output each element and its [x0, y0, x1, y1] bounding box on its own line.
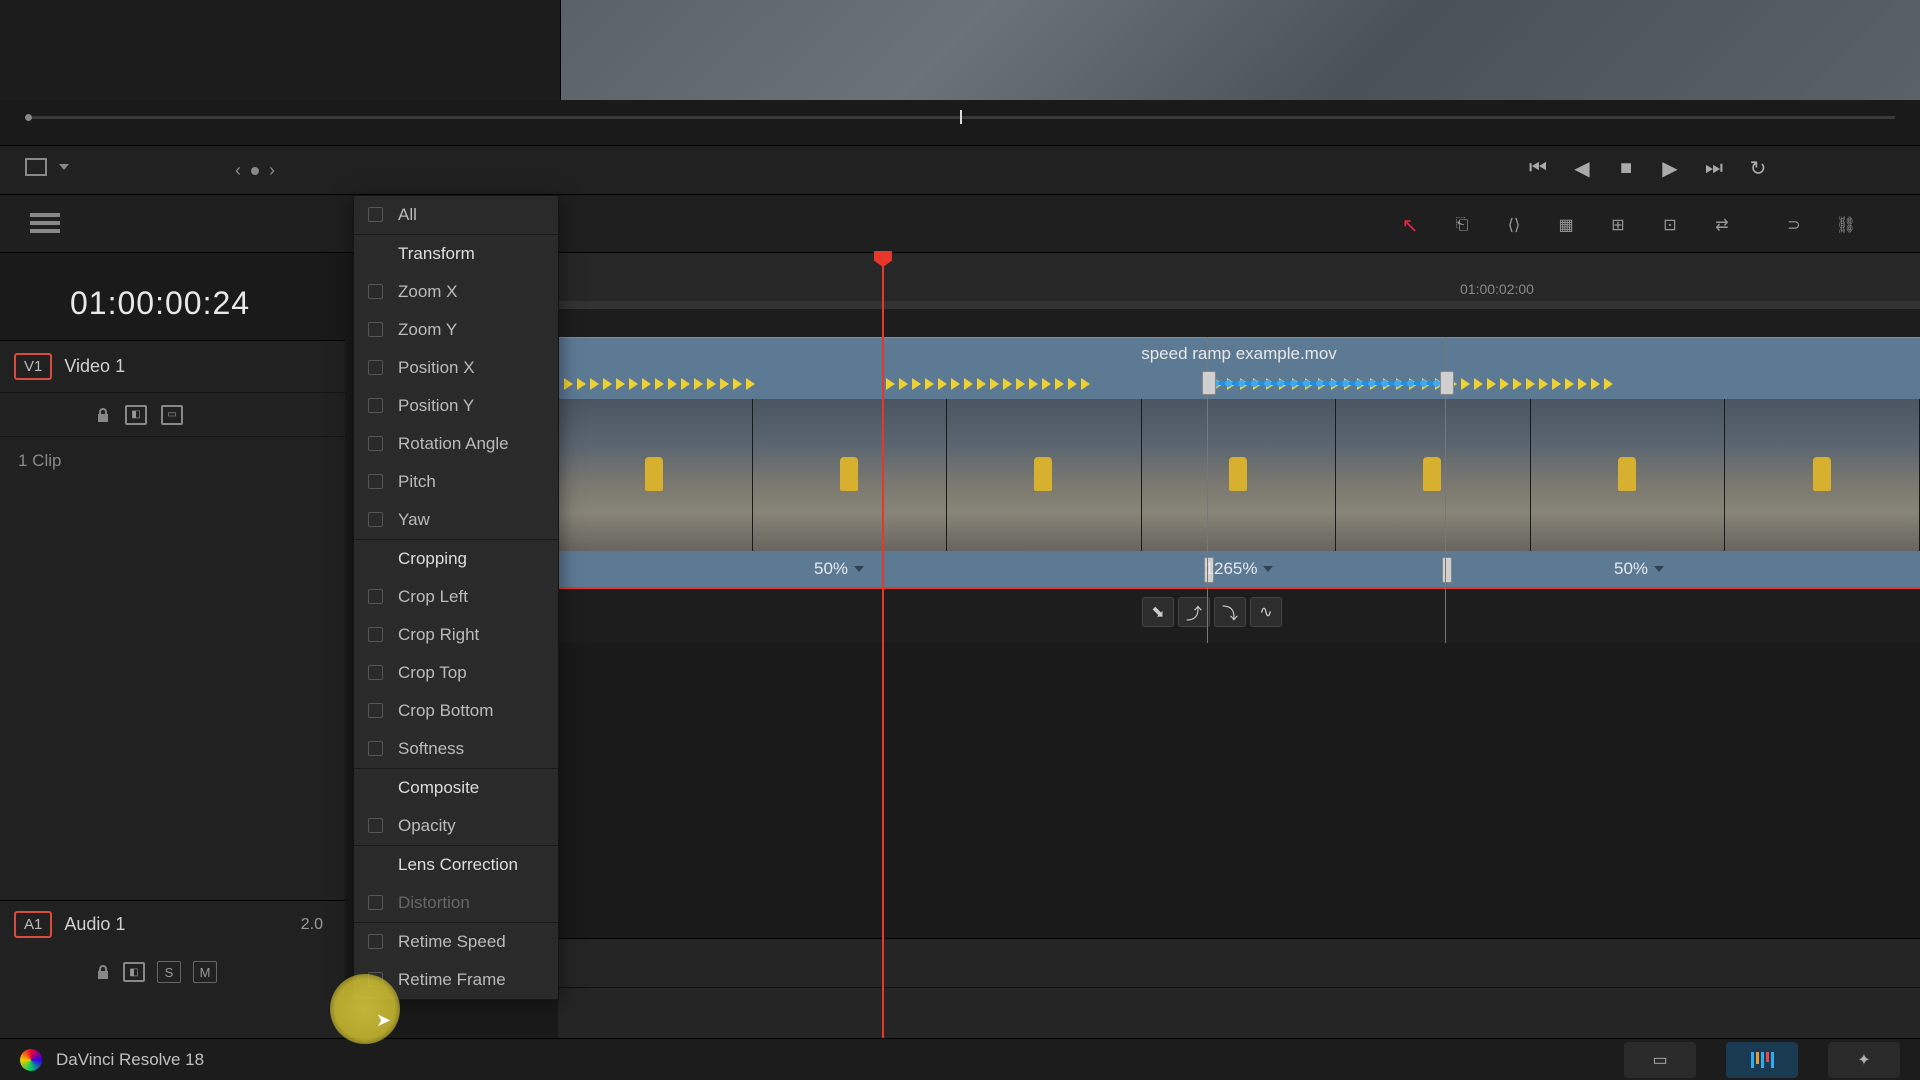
lock-icon[interactable]: [95, 407, 111, 423]
menu-distortion: Distortion: [354, 884, 558, 922]
clip-thumbnails: [558, 399, 1920, 551]
timeline-tools-row: ↖ ⎗ ⟨⟩ ▦ ⊞ ⊡ ⇄ ⊃ ⛓: [0, 195, 1920, 253]
speed-handle[interactable]: [1440, 371, 1454, 395]
menu-position-x[interactable]: Position X: [354, 349, 558, 387]
video-track-badge[interactable]: V1: [14, 353, 52, 380]
step-back-button[interactable]: ◀: [1570, 156, 1594, 180]
page-tab-fusion[interactable]: ✦: [1828, 1042, 1900, 1078]
cursor-highlight: [330, 974, 400, 1044]
speed-percentage-bar[interactable]: 50% 1265% 50%: [558, 551, 1920, 589]
ease-out-button[interactable]: ⤵: [1214, 597, 1246, 627]
menu-yaw[interactable]: Yaw: [354, 501, 558, 539]
ease-in-button[interactable]: ⤴: [1178, 597, 1210, 627]
mute-button[interactable]: M: [193, 961, 217, 983]
video-track-name: Video 1: [64, 356, 125, 377]
menu-retime-speed[interactable]: Retime Speed: [354, 922, 558, 961]
blade-tool-icon[interactable]: ▦: [1552, 211, 1580, 239]
viewer-left-blank: [0, 0, 560, 100]
app-name-label: DaVinci Resolve 18: [56, 1050, 204, 1070]
auto-select-icon[interactable]: ◧: [125, 405, 147, 425]
chevron-down-icon[interactable]: [59, 164, 69, 170]
clip-title: speed ramp example.mov: [558, 337, 1920, 369]
audio-channel-value: 2.0: [301, 916, 323, 934]
menu-cropping-header: Cropping: [354, 539, 558, 578]
audio-track-lane[interactable]: [558, 938, 1920, 1038]
audio-track-header[interactable]: A1 Audio 1 2.0: [0, 900, 345, 948]
speed-handle[interactable]: [1202, 371, 1216, 395]
chevron-down-icon[interactable]: [854, 566, 864, 572]
ease-linear-button[interactable]: ⬊: [1142, 597, 1174, 627]
prev-arrow-icon[interactable]: ‹: [235, 160, 241, 181]
loop-button[interactable]: ↻: [1746, 156, 1770, 180]
trim-tool-icon[interactable]: ⎗: [1448, 211, 1476, 239]
auto-select-icon[interactable]: ◧: [123, 962, 145, 982]
speed-pct-2: 1265%: [1205, 559, 1258, 579]
curve-ease-buttons: ⬊ ⤴ ⤵ ∿: [1142, 597, 1282, 627]
menu-rotation[interactable]: Rotation Angle: [354, 425, 558, 463]
menu-position-y[interactable]: Position Y: [354, 387, 558, 425]
menu-crop-top[interactable]: Crop Top: [354, 654, 558, 692]
playhead[interactable]: [882, 253, 884, 1038]
crop-tool-icon[interactable]: [25, 158, 47, 176]
timeline[interactable]: 01:00:02:00 speed ramp example.mov: [558, 253, 1920, 1038]
ease-custom-button[interactable]: ∿: [1250, 597, 1282, 627]
app-logo-icon: [20, 1049, 42, 1071]
menu-composite-header: Composite: [354, 768, 558, 807]
preview-viewer[interactable]: [560, 0, 1920, 100]
snap-icon[interactable]: ⊃: [1780, 211, 1808, 239]
speed-indicator-bar: [558, 369, 1920, 399]
menu-zoom-x[interactable]: Zoom X: [354, 273, 558, 311]
lock-icon[interactable]: [95, 964, 111, 980]
transport-bar: ‹ › ⏮ ◀ ■ ▶ ⏭ ↻: [0, 145, 1920, 195]
timecode-display: 01:00:00:24: [0, 260, 355, 340]
menu-all[interactable]: All: [354, 196, 558, 234]
timeline-ruler[interactable]: 01:00:02:00: [558, 253, 1920, 303]
clip-count-label: 1 Clip: [0, 437, 345, 485]
skip-forward-button[interactable]: ⏭: [1702, 156, 1726, 180]
audio-track-controls: ◧ S M: [0, 950, 345, 994]
next-arrow-icon[interactable]: ›: [269, 160, 275, 181]
replace-tool-icon[interactable]: ⇄: [1708, 211, 1736, 239]
track-headers-panel: V1 Video 1 ◧ ▭ 1 Clip A1 Audio 1 2.0 ◧ S…: [0, 340, 345, 1038]
link-icon[interactable]: ⛓: [1832, 211, 1860, 239]
menu-zoom-y[interactable]: Zoom Y: [354, 311, 558, 349]
dynamic-trim-icon[interactable]: ⟨⟩: [1500, 211, 1528, 239]
status-bar: DaVinci Resolve 18 ▭ ✦: [0, 1038, 1920, 1080]
stop-button[interactable]: ■: [1614, 156, 1638, 180]
speed-pct-1: 50%: [814, 559, 848, 579]
menu-transform-header: Transform: [354, 234, 558, 273]
overwrite-tool-icon[interactable]: ⊡: [1656, 211, 1684, 239]
cursor-pointer-icon: ➤: [376, 1010, 391, 1031]
menu-crop-left[interactable]: Crop Left: [354, 578, 558, 616]
timeline-view-icon[interactable]: [30, 213, 60, 233]
curve-parameter-menu: All Transform Zoom X Zoom Y Position X P…: [353, 195, 559, 1000]
selection-tool-icon[interactable]: ↖: [1396, 211, 1424, 239]
chevron-down-icon[interactable]: [1263, 566, 1273, 572]
menu-crop-bottom[interactable]: Crop Bottom: [354, 692, 558, 730]
nav-dot: [251, 167, 259, 175]
play-button[interactable]: ▶: [1658, 156, 1682, 180]
chevron-down-icon[interactable]: [1654, 566, 1664, 572]
video-track-lane[interactable]: speed ramp example.mov: [558, 337, 1920, 589]
solo-button[interactable]: S: [157, 961, 181, 983]
speed-pct-3: 50%: [1614, 559, 1648, 579]
audio-track-name: Audio 1: [64, 914, 125, 935]
menu-opacity[interactable]: Opacity: [354, 807, 558, 845]
menu-pitch[interactable]: Pitch: [354, 463, 558, 501]
audio-track-badge[interactable]: A1: [14, 911, 52, 938]
track-visible-icon[interactable]: ▭: [161, 405, 183, 425]
skip-back-button[interactable]: ⏮: [1526, 156, 1550, 180]
ruler-timestamp: 01:00:02:00: [1460, 281, 1534, 297]
insert-tool-icon[interactable]: ⊞: [1604, 211, 1632, 239]
menu-lens-header: Lens Correction: [354, 845, 558, 884]
page-tab-edit[interactable]: [1726, 1042, 1798, 1078]
menu-softness[interactable]: Softness: [354, 730, 558, 768]
viewer-scrubber[interactable]: [15, 108, 1905, 128]
menu-crop-right[interactable]: Crop Right: [354, 616, 558, 654]
video-track-header[interactable]: V1 Video 1: [0, 341, 345, 393]
page-tab-cut[interactable]: ▭: [1624, 1042, 1696, 1078]
video-track-controls: ◧ ▭: [0, 393, 345, 437]
video-clip[interactable]: speed ramp example.mov: [558, 337, 1920, 589]
timecode-value[interactable]: 01:00:00:24: [70, 285, 250, 322]
